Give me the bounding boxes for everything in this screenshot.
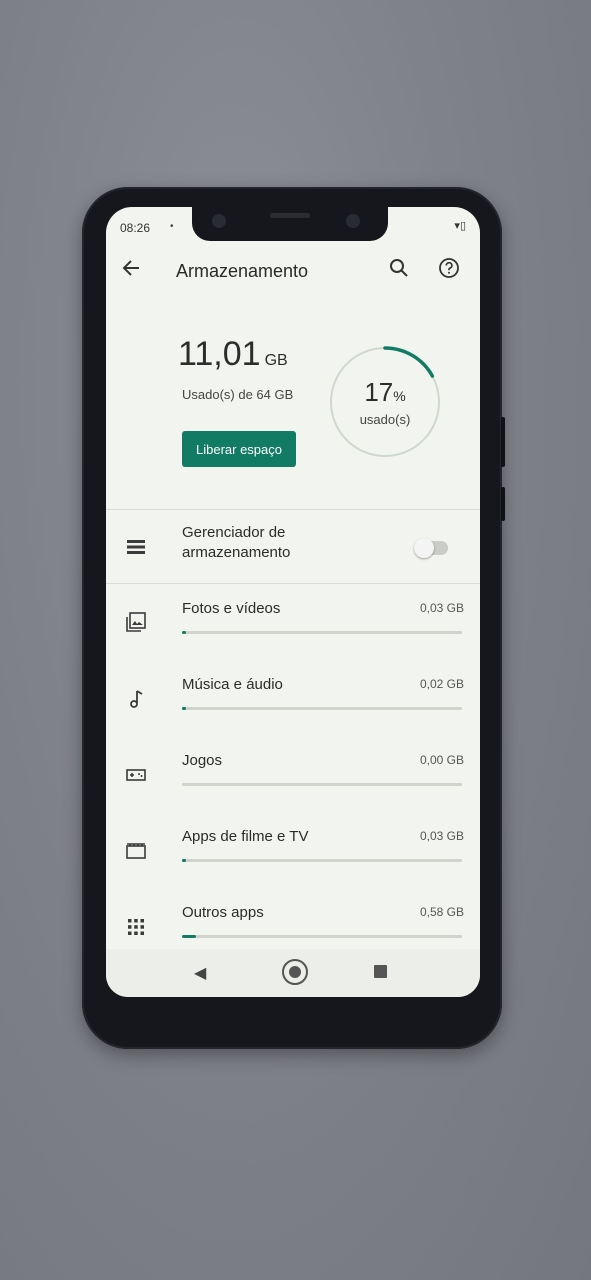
- app-bar: Armazenamento: [106, 247, 480, 297]
- usage-percent: 17%: [328, 377, 442, 408]
- category-size: 0,58 GB: [419, 905, 464, 919]
- used-storage-value: 11,01 GB: [178, 335, 288, 374]
- category-label: Música e áudio: [182, 676, 283, 693]
- usage-percent-sign: %: [393, 388, 406, 404]
- storage-list-icon: [126, 537, 146, 557]
- category-size: 0,03 GB: [419, 601, 464, 615]
- used-of-total: Usado(s) de 64 GB: [182, 387, 294, 402]
- front-sensor: [346, 214, 360, 228]
- category-size: 0,02 GB: [419, 677, 464, 691]
- movie-icon: [126, 841, 146, 861]
- storage-manager-label-1: Gerenciador de: [182, 524, 286, 541]
- category-label: Jogos: [182, 752, 223, 769]
- category-label: Apps de filme e TV: [182, 828, 309, 845]
- music-note-icon: [126, 689, 146, 709]
- phone-screen: 08:26 • ▾▯ Armazenamento 11,01 GB Usado(s…: [106, 207, 480, 997]
- storage-manager-label-2: armazenamento: [182, 544, 291, 561]
- category-usage-bar: [182, 783, 462, 786]
- usage-percent-label: usado(s): [359, 412, 411, 427]
- category-size: 0,00 GB: [419, 753, 464, 767]
- front-camera: [212, 214, 226, 228]
- nav-back-icon[interactable]: ◀: [194, 963, 206, 983]
- category-label: Fotos e vídeos: [182, 600, 281, 617]
- category-usage-bar: [182, 707, 462, 710]
- photo-icon: [126, 612, 146, 632]
- nav-home-icon[interactable]: [282, 959, 308, 985]
- storage-manager-toggle[interactable]: [414, 538, 448, 558]
- used-unit: GB: [264, 352, 288, 369]
- earpiece-speaker: [270, 213, 310, 218]
- toggle-knob: [414, 538, 434, 558]
- apps-grid-icon: [126, 917, 146, 937]
- category-usage-fill: [182, 707, 187, 710]
- category-usage-fill: [182, 631, 187, 634]
- free-up-space-button[interactable]: Liberar espaço: [182, 431, 296, 467]
- nav-recents-icon[interactable]: [374, 965, 387, 978]
- phone-body: 08:26 • ▾▯ Armazenamento 11,01 GB Usado(s…: [82, 187, 505, 1049]
- volume-button: [501, 417, 505, 467]
- category-usage-fill: [182, 859, 187, 862]
- power-button: [501, 487, 505, 521]
- search-icon[interactable]: [388, 257, 410, 284]
- status-icons: ▾▯: [454, 220, 466, 232]
- category-size: 0,03 GB: [419, 829, 464, 843]
- page-title: Armazenamento: [176, 261, 309, 281]
- usage-percent-value: 17: [364, 377, 394, 407]
- section-divider: [106, 583, 480, 584]
- category-usage-fill: [182, 935, 196, 938]
- category-label: Outros apps: [182, 904, 264, 921]
- camera-notch: [192, 207, 388, 241]
- back-arrow-icon[interactable]: [120, 257, 142, 285]
- help-icon[interactable]: [438, 257, 460, 284]
- section-divider: [106, 509, 480, 510]
- gamepad-icon: [126, 765, 146, 785]
- used-value: 11,01: [178, 335, 261, 373]
- system-nav-bar: ◀: [106, 949, 480, 997]
- category-usage-bar: [182, 935, 462, 938]
- category-usage-bar: [182, 859, 462, 862]
- status-notification-dot: •: [170, 221, 174, 232]
- status-time: 08:26: [120, 221, 151, 235]
- category-usage-bar: [182, 631, 462, 634]
